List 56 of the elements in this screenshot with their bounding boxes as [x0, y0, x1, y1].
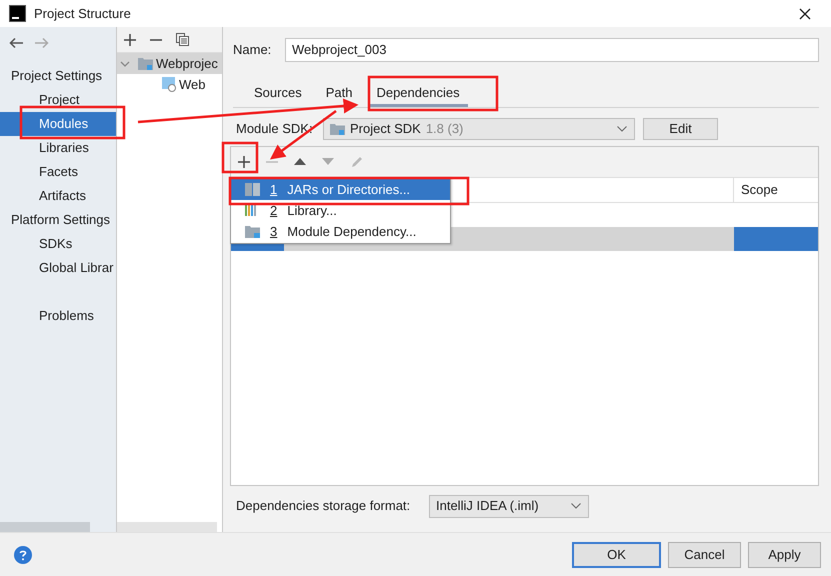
chevron-down-icon	[571, 503, 581, 510]
sidebar-item[interactable]: Libraries	[0, 136, 116, 160]
jar-icon	[245, 182, 260, 196]
sdk-version: 1.8 (3)	[426, 120, 464, 138]
sidebar-item[interactable]: Facets	[0, 160, 116, 184]
menu-item-label: Module Dependency...	[287, 222, 416, 241]
tab[interactable]: Sources	[246, 80, 310, 107]
web-facet-icon	[162, 77, 177, 92]
folder-icon	[330, 122, 345, 135]
highlight-box	[222, 142, 258, 174]
menu-item[interactable]: 3 Module Dependency...	[231, 220, 450, 242]
shortcut-number: 1	[270, 180, 278, 199]
add-icon[interactable]	[238, 156, 250, 168]
close-icon[interactable]	[799, 8, 811, 20]
copy-icon[interactable]	[176, 33, 189, 46]
chevron-down-icon	[617, 126, 627, 132]
module-folder-icon	[245, 224, 260, 238]
help-icon[interactable]	[14, 546, 32, 564]
tree-row[interactable]: Web	[117, 74, 222, 95]
storage-format-label: Dependencies storage format:	[236, 497, 412, 516]
module-sdk-label: Module SDK:	[236, 120, 314, 138]
menu-item[interactable]: 2 Library...	[231, 200, 450, 221]
sdk-value: Project SDK	[350, 120, 421, 138]
sidebar-item[interactable]: SDKs	[0, 232, 116, 256]
storage-format-dropdown[interactable]: IntelliJ IDEA (.iml)	[429, 494, 589, 518]
menu-item-label: JARs or Directories...	[287, 180, 410, 199]
section-heading: Platform Settings	[10, 211, 111, 229]
sidebar-item[interactable]: Artifacts	[0, 184, 116, 208]
horizontal-scrollbar[interactable]	[0, 522, 90, 532]
module-folder-icon	[138, 57, 153, 70]
window-title: Project Structure	[34, 4, 131, 23]
sidebar-item[interactable]: Global Librar	[0, 256, 116, 280]
dialog-button[interactable]: Apply	[748, 542, 821, 568]
tree-row[interactable]: Webprojec	[117, 53, 222, 74]
section-heading: Project Settings	[10, 67, 104, 85]
column-header[interactable]: Scope	[734, 178, 818, 202]
dialog-button[interactable]: Cancel	[668, 542, 741, 568]
app-logo-icon	[9, 5, 26, 22]
tab[interactable]: Dependencies	[368, 80, 468, 107]
horizontal-scrollbar[interactable]	[117, 522, 217, 532]
sdk-dropdown[interactable]: Project SDK 1.8 (3)	[323, 118, 635, 140]
menu-item[interactable]: 1 JARs or Directories...	[231, 178, 450, 200]
add-icon[interactable]	[124, 34, 136, 46]
shortcut-number: 2	[270, 202, 278, 220]
shortcut-number: 3	[270, 222, 278, 241]
name-label: Name:	[233, 41, 272, 60]
sidebar-item[interactable]: Project	[0, 88, 116, 112]
dialog-button[interactable]: OK	[572, 542, 661, 568]
move-up-icon[interactable]	[294, 158, 306, 166]
name-field[interactable]: Webproject_003	[285, 38, 819, 62]
menu-item-label: Library...	[287, 202, 337, 220]
back-arrow-icon[interactable]	[9, 37, 24, 49]
sidebar-item[interactable]: Problems	[0, 304, 116, 328]
sidebar-item[interactable]: Modules	[0, 112, 116, 136]
tab[interactable]: Path	[318, 80, 360, 107]
edit-button[interactable]: Edit	[643, 118, 718, 140]
